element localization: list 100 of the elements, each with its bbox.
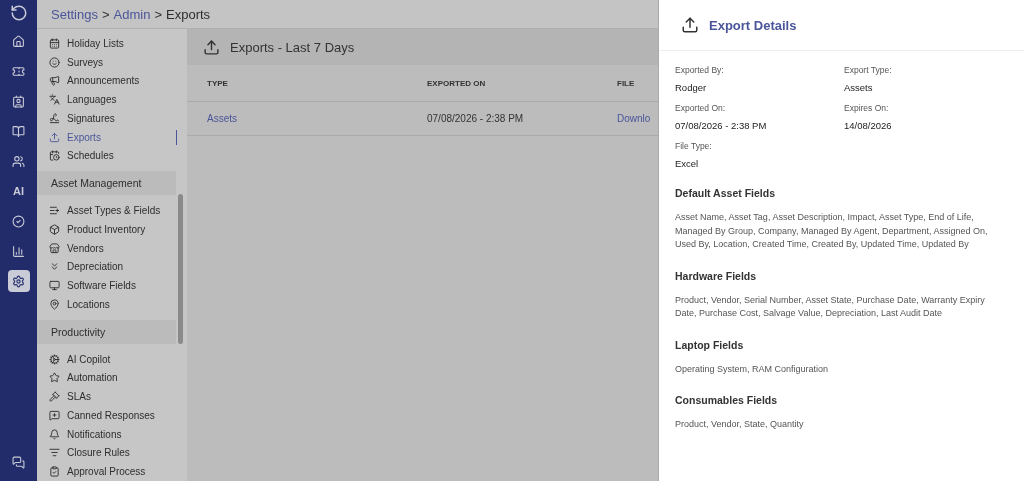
section-title: Laptop Fields (675, 338, 745, 351)
message-plus-icon (49, 409, 60, 421)
field-value: Assets (844, 82, 874, 93)
ai-button[interactable]: AI (7, 180, 30, 202)
smiley-icon (49, 56, 60, 68)
contact-card-icon (12, 94, 25, 108)
sidebar-item[interactable]: Schedules (37, 146, 187, 166)
item-label: SLAs (67, 391, 91, 403)
home-icon (12, 34, 25, 48)
field-label: File Type: (675, 141, 713, 151)
list-plus-icon (49, 205, 60, 217)
star-icon (49, 372, 60, 384)
clipboard-check-icon (49, 466, 60, 478)
field-value: Rodger (675, 82, 708, 93)
translate-icon (49, 94, 60, 106)
field-list: Asset Name, Asset Tag, Asset Description, Impact, Asset Type, End of Life, Managed By Group, Company, Managed By Agent, Department, Assigned On, Used By, Location, Created Time, Created By, Updated Time, Updated By (675, 211, 1008, 252)
sidebar-item[interactable]: Automation (37, 368, 187, 388)
upload-icon (681, 16, 699, 34)
column-header: TYPE (187, 65, 407, 102)
sidebar-item[interactable]: Exports (37, 127, 187, 147)
breadcrumb-current: Exports (166, 6, 211, 22)
sidebar-item[interactable]: Notifications (37, 424, 187, 444)
field-value: 14/08/2026 (844, 120, 893, 131)
sidebar-item[interactable]: Locations (37, 295, 187, 314)
field-list: Operating System, RAM Configuration (675, 362, 1008, 376)
gavel-icon (49, 391, 60, 403)
item-label: Approval Process (67, 466, 146, 478)
field-value: Excel (675, 158, 700, 169)
item-label: Automation (67, 372, 118, 384)
item-label: AI Copilot (67, 353, 111, 365)
settings-button[interactable] (7, 270, 30, 292)
sidebar-item[interactable]: AI Copilot (37, 349, 187, 369)
item-label: Closure Rules (67, 447, 130, 459)
sidebar-item[interactable]: Depreciation (37, 257, 187, 277)
item-label: Surveys (67, 56, 104, 68)
field-label: Exported By: (675, 65, 725, 75)
sidebar-item[interactable]: Asset Types & Fields (37, 201, 187, 220)
item-label: Announcements (67, 75, 140, 87)
section-heading: Asset Management (37, 171, 176, 196)
upload-icon (203, 38, 220, 56)
box-icon (49, 223, 60, 235)
sidebar-item[interactable]: Vendors (37, 238, 187, 258)
map-pin-icon (49, 298, 60, 310)
field-label: Exported On: (675, 103, 727, 113)
section-heading: Productivity (37, 319, 176, 344)
sidebar-item[interactable]: Software Fields (37, 276, 187, 295)
calendar-icon (49, 37, 60, 49)
item-label: Locations (67, 298, 110, 310)
bar-chart-icon (12, 244, 25, 258)
cog-icon (49, 353, 60, 365)
bell-icon (49, 428, 60, 440)
scrollbar-thumb[interactable] (178, 194, 183, 344)
sidebar-item[interactable]: Canned Responses (37, 406, 187, 425)
item-label: Holiday Lists (67, 37, 124, 49)
sidebar-item[interactable]: Holiday Lists (37, 34, 187, 53)
upload-icon (49, 131, 60, 143)
item-label: Product Inventory (67, 223, 146, 235)
sidebar-item[interactable]: SLAs (37, 387, 187, 406)
sidebar-item[interactable]: Closure Rules (37, 443, 187, 463)
sidebar-item[interactable]: Announcements (37, 71, 187, 91)
item-label: Signatures (67, 112, 115, 124)
book-icon (12, 124, 25, 138)
sidebar-item[interactable]: Product Inventory (37, 220, 187, 239)
item-label: Notifications (67, 428, 122, 440)
chat-icon (12, 455, 25, 469)
section-title: Hardware Fields (675, 269, 758, 282)
type-link[interactable]: Assets (187, 102, 407, 136)
filter-icon (49, 447, 60, 459)
sidebar-item[interactable]: Surveys (37, 52, 187, 72)
item-label: Software Fields (67, 280, 136, 292)
field-label: Export Type: (844, 65, 893, 75)
calendar-clock-icon (49, 150, 60, 162)
sidebar-item[interactable]: Languages (37, 90, 187, 109)
field-value: 07/08/2026 - 2:38 PM (675, 120, 768, 131)
signature-icon (49, 112, 60, 124)
megaphone-icon (49, 75, 60, 87)
settings-icon (12, 274, 25, 288)
people-icon (12, 154, 25, 168)
table-cell: 07/08/2026 - 2:38 PM (407, 102, 597, 136)
field-label: Expires On: (844, 103, 890, 113)
breadcrumb-link[interactable]: Settings (51, 6, 98, 22)
breadcrumb-link[interactable]: Admin (113, 6, 151, 22)
section-title: Default Asset Fields (675, 187, 776, 199)
sidebar-item[interactable]: Approval Process (37, 462, 187, 481)
ticket-icon (12, 64, 25, 78)
item-label: Vendors (67, 242, 104, 254)
item-label: Asset Types & Fields (67, 205, 161, 217)
breadcrumb-separator: > (154, 6, 163, 22)
breadcrumb-separator: > (102, 6, 110, 22)
item-label: Schedules (67, 150, 114, 162)
section-title: Consumables Fields (675, 394, 779, 406)
sidebar-item[interactable]: Signatures (37, 109, 187, 128)
chevrons-down-icon (49, 261, 60, 273)
column-header: EXPORTED ON (407, 65, 597, 102)
check-circle-icon (12, 214, 25, 228)
logo-icon (9, 4, 28, 22)
store-icon (49, 242, 60, 254)
item-label: Languages (67, 94, 117, 106)
item-label: Exports (67, 131, 101, 143)
field-list: Product, Vendor, State, Quantity (675, 418, 1008, 432)
